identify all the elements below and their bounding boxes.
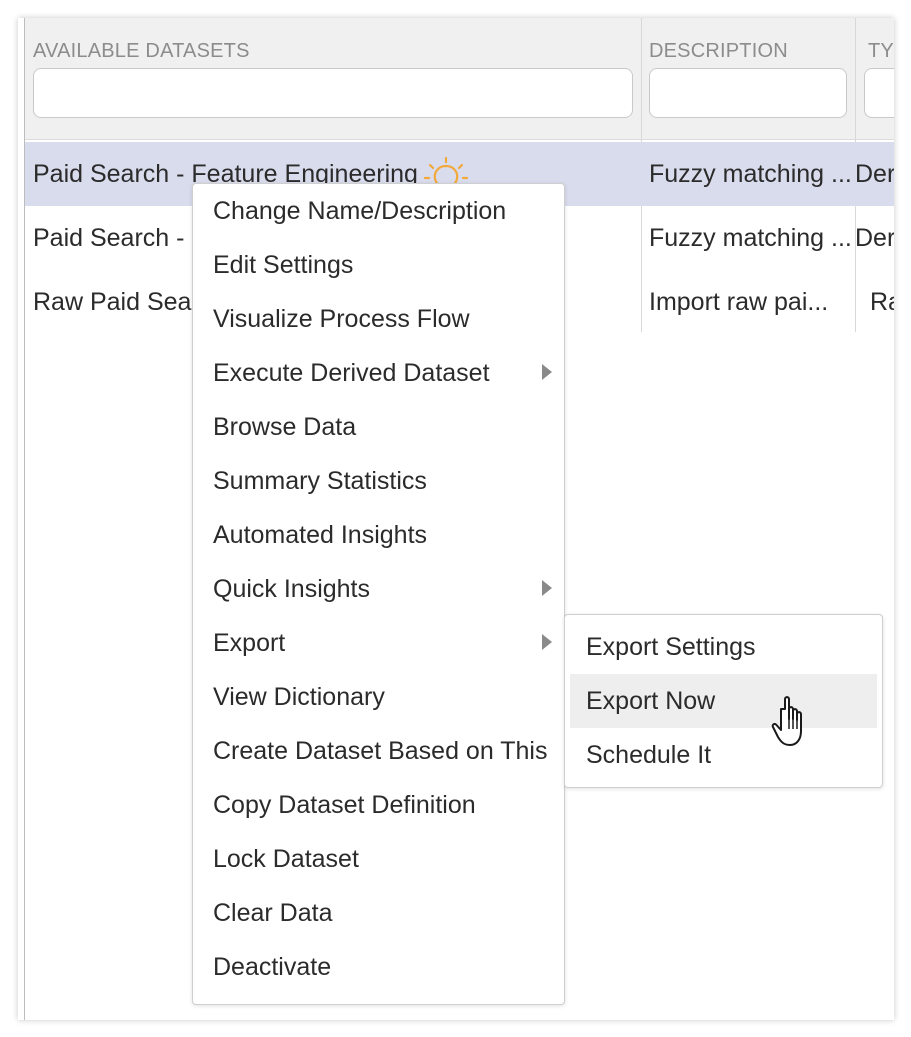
submenu-item-label: Schedule It bbox=[586, 741, 712, 769]
menu-item-execute-derived-dataset[interactable]: Execute Derived Dataset bbox=[193, 346, 564, 400]
dataset-context-menu: Change Name/Description Edit Settings Vi… bbox=[192, 183, 565, 1005]
submenu-item-export-now[interactable]: Export Now bbox=[570, 674, 877, 728]
filter-input-available-datasets[interactable] bbox=[33, 68, 633, 118]
caret-right-icon bbox=[542, 634, 552, 650]
menu-item-change-name-description[interactable]: Change Name/Description bbox=[193, 184, 564, 238]
menu-item-label: Edit Settings bbox=[213, 251, 354, 279]
grid-header: AVAILABLE DATASETS DESCRIPTION TYI bbox=[25, 18, 894, 140]
caret-right-icon bbox=[542, 580, 552, 596]
menu-item-label: Visualize Process Flow bbox=[213, 305, 470, 333]
menu-item-copy-dataset-definition[interactable]: Copy Dataset Definition bbox=[193, 778, 564, 832]
menu-item-label: Quick Insights bbox=[213, 575, 371, 603]
cell-description: Fuzzy matching ... bbox=[649, 160, 852, 188]
menu-item-summary-statistics[interactable]: Summary Statistics bbox=[193, 454, 564, 508]
cell-type: Der bbox=[855, 224, 894, 252]
menu-item-export[interactable]: Export bbox=[193, 616, 564, 670]
column-header-type[interactable]: TYI bbox=[868, 40, 894, 63]
menu-item-clear-data[interactable]: Clear Data bbox=[193, 886, 564, 940]
cell-type: Ra bbox=[870, 288, 894, 316]
filter-input-type[interactable] bbox=[864, 68, 894, 118]
menu-item-label: Automated Insights bbox=[213, 521, 428, 549]
filter-input-description[interactable] bbox=[649, 68, 847, 118]
menu-item-label: Lock Dataset bbox=[213, 845, 359, 873]
menu-item-label: Deactivate bbox=[213, 953, 332, 981]
submenu-item-label: Export Settings bbox=[586, 633, 756, 661]
menu-item-label: Copy Dataset Definition bbox=[213, 791, 476, 819]
menu-item-edit-settings[interactable]: Edit Settings bbox=[193, 238, 564, 292]
export-submenu: Export Settings Export Now Schedule It bbox=[564, 614, 883, 788]
menu-item-visualize-process-flow[interactable]: Visualize Process Flow bbox=[193, 292, 564, 346]
cell-type: Der bbox=[855, 160, 894, 188]
hand-pointer-icon bbox=[771, 696, 802, 746]
menu-item-view-dictionary[interactable]: View Dictionary bbox=[193, 670, 564, 724]
submenu-item-schedule-it[interactable]: Schedule It bbox=[570, 728, 877, 782]
menu-item-lock-dataset[interactable]: Lock Dataset bbox=[193, 832, 564, 886]
menu-item-label: Execute Derived Dataset bbox=[213, 359, 490, 387]
menu-item-label: Clear Data bbox=[213, 899, 333, 927]
column-header-description[interactable]: DESCRIPTION bbox=[649, 40, 849, 63]
menu-item-label: Browse Data bbox=[213, 413, 357, 441]
cell-description: Fuzzy matching ... bbox=[649, 224, 852, 252]
menu-item-create-dataset-based-on-this[interactable]: Create Dataset Based on This bbox=[193, 724, 564, 778]
menu-item-label: Change Name/Description bbox=[213, 197, 507, 225]
menu-item-label: Summary Statistics bbox=[213, 467, 427, 495]
submenu-item-label: Export Now bbox=[586, 687, 716, 715]
menu-item-browse-data[interactable]: Browse Data bbox=[193, 400, 564, 454]
submenu-item-export-settings[interactable]: Export Settings bbox=[570, 620, 877, 674]
column-header-available-datasets[interactable]: AVAILABLE DATASETS bbox=[33, 40, 633, 63]
menu-item-quick-insights[interactable]: Quick Insights bbox=[193, 562, 564, 616]
menu-item-deactivate[interactable]: Deactivate bbox=[193, 940, 564, 994]
menu-item-automated-insights[interactable]: Automated Insights bbox=[193, 508, 564, 562]
menu-item-label: Create Dataset Based on This bbox=[213, 737, 548, 765]
menu-item-label: View Dictionary bbox=[213, 683, 385, 711]
cell-description: Import raw pai... bbox=[649, 288, 829, 316]
menu-item-label: Export bbox=[213, 629, 286, 657]
caret-right-icon bbox=[542, 364, 552, 380]
